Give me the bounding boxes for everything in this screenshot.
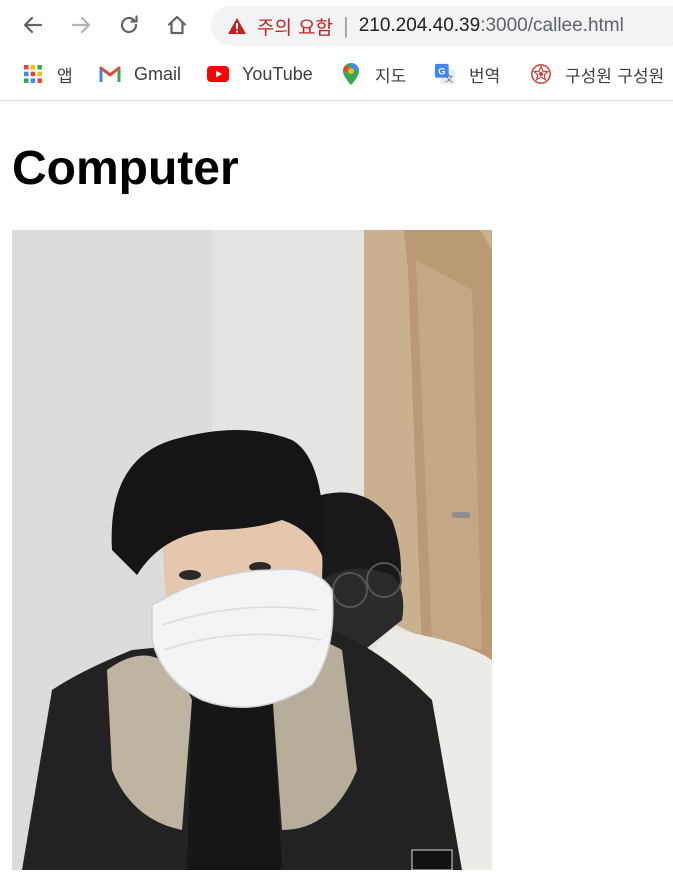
gmail-icon <box>99 63 121 85</box>
bookmark-label: Gmail <box>134 63 182 84</box>
bookmark-maps[interactable]: 지도 <box>340 60 406 88</box>
youtube-icon <box>207 63 229 85</box>
bookmark-label: 지도 <box>375 66 407 87</box>
reload-button[interactable] <box>114 10 144 40</box>
home-icon <box>167 15 187 35</box>
back-button[interactable] <box>18 10 48 40</box>
remote-video <box>12 230 492 870</box>
omnibox-divider: | <box>342 13 349 38</box>
translate-icon: G 文 <box>434 63 456 85</box>
org-emblem-icon <box>530 63 552 85</box>
url-path: :3000/callee.html <box>480 15 624 36</box>
bookmark-apps[interactable]: 앱 <box>22 60 73 88</box>
home-button[interactable] <box>162 10 192 40</box>
security-warning-label[interactable]: 주의 요함 <box>257 13 333 40</box>
bookmark-label: 앱 <box>57 66 73 87</box>
maps-pin-icon <box>340 63 362 85</box>
address-bar[interactable]: 주의 요함 | 210.204.40.39:3000/callee.html <box>211 6 673 46</box>
arrow-right-icon <box>71 16 91 34</box>
bookmark-translate[interactable]: G 文 번역 <box>434 60 500 88</box>
apps-grid-icon <box>22 63 44 85</box>
browser-toolbar: 주의 요함 | 210.204.40.39:3000/callee.html <box>0 0 673 52</box>
forward-button[interactable] <box>66 10 96 40</box>
page-title: Computer <box>12 142 239 195</box>
bookmark-org[interactable]: 구성원 구성원 <box>530 60 664 88</box>
bookmark-gmail[interactable]: Gmail <box>99 60 181 88</box>
url-host: 210.204.40.39 <box>358 15 481 36</box>
arrow-left-icon <box>23 16 43 34</box>
bookmark-label: 구성원 구성원 <box>565 66 665 87</box>
bookmark-label: 번역 <box>469 66 501 87</box>
svg-text:文: 文 <box>445 73 453 83</box>
reload-icon <box>120 15 138 34</box>
bookmarks-bar: 앱 Gmail YouTube 지도 G 文 번역 구성원 구성원 <box>0 52 673 101</box>
warning-triangle-icon[interactable] <box>227 17 247 35</box>
bookmark-label: YouTube <box>242 63 313 84</box>
bookmark-youtube[interactable]: YouTube <box>207 60 313 88</box>
